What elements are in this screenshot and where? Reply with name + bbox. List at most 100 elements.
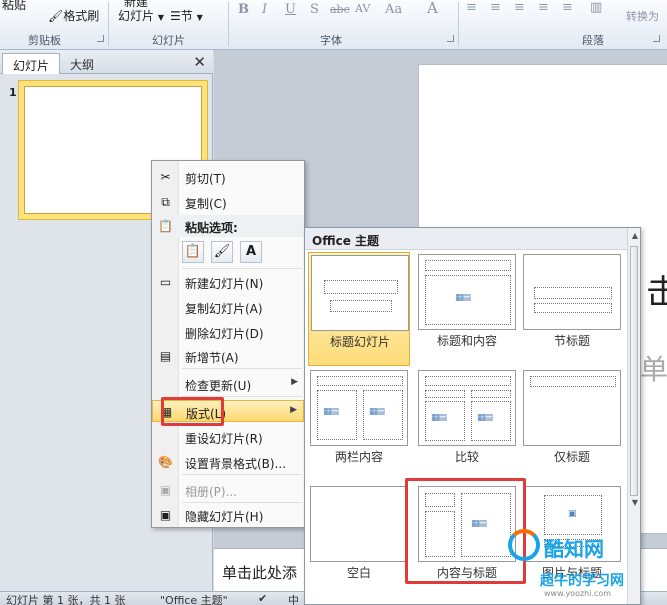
scissors-icon: ✂ [160, 170, 171, 184]
menu-separator [182, 368, 302, 369]
chevron-down-icon: ▼ [157, 13, 164, 22]
italic-button[interactable]: I [262, 2, 267, 17]
menu-item-add-section[interactable]: ▤ 新增节(A) [152, 345, 304, 367]
menu-separator [182, 502, 302, 503]
layout-thumbnail [310, 486, 408, 562]
justify-icon[interactable]: ≡ [538, 0, 549, 15]
watermark: 酷知网 超牛的学习网 www.yoozhi.com [500, 525, 667, 605]
align-left-icon[interactable]: ≡ [466, 0, 477, 15]
hide-slide-icon: ▣ [159, 508, 172, 522]
picture-icon: ▣ [568, 509, 576, 519]
menu-item-hide-slide[interactable]: ▣ 隐藏幻灯片(H) [152, 504, 304, 526]
layout-two-content[interactable]: ▦▤ ▦▤ 两栏内容 [308, 368, 410, 482]
paragraph-launcher-icon[interactable] [653, 35, 660, 42]
menu-item-duplicate-slide[interactable]: 复制幻灯片(A) [152, 296, 304, 318]
new-slide-icon: ▭ [159, 275, 172, 289]
content-icons: ▦▤ [323, 407, 339, 417]
content-icons: ▦▤ [369, 407, 385, 417]
paste-keep-source-icon[interactable]: 📋 [182, 241, 204, 263]
layout-comparison[interactable]: ▦▤ ▦▤ 比较 [416, 368, 518, 482]
font-launcher-icon[interactable] [447, 35, 454, 42]
align-right-icon[interactable]: ≡ [514, 0, 525, 15]
group-label-paragraph: 段落 [582, 34, 604, 47]
layout-title-and-content[interactable]: ▦▤ 标题和内容 [416, 252, 518, 366]
group-label-slides: 幻灯片 [152, 34, 185, 47]
menu-item-format-background[interactable]: 🎨 设置背景格式(B)... [152, 451, 304, 473]
menu-item-paste-options: 📋 粘贴选项: [152, 215, 304, 237]
columns-icon[interactable]: ▥ [590, 0, 602, 15]
status-language[interactable]: 中 [288, 592, 299, 605]
layout-thumbnail [523, 370, 621, 446]
paste-picture-icon[interactable]: 🖌 [211, 241, 233, 263]
menu-item-cut[interactable]: ✂ 剪切(T) [152, 166, 304, 188]
strikethrough-button[interactable]: abc [330, 3, 350, 16]
layout-section-header[interactable]: 节标题 [521, 252, 623, 366]
menu-item-copy[interactable]: ⧉ 复制(C) [152, 191, 304, 213]
notes-placeholder[interactable]: 单击此处添 [222, 562, 297, 583]
align-center-icon[interactable]: ≡ [490, 0, 501, 15]
slide-number: 1 [9, 86, 17, 99]
layout-title-slide[interactable]: 标题幻灯片 [308, 252, 410, 366]
copy-icon: ⧉ [161, 195, 170, 209]
clipboard-launcher-icon[interactable] [97, 35, 104, 42]
pane-tabs: 幻灯片 大纲 ✕ [0, 50, 213, 74]
format-painter-button[interactable]: 🖌格式刷 [48, 7, 99, 24]
status-slide-info: 幻灯片 第 1 张，共 1 张 [6, 594, 126, 605]
watermark-subtitle: 超牛的学习网 [540, 573, 624, 589]
char-spacing-button[interactable]: AV [355, 2, 370, 15]
slides-dropdown[interactable]: 幻灯片 ▼ [118, 7, 164, 24]
watermark-logo-icon [508, 529, 540, 561]
scroll-up-icon[interactable]: ▲ [632, 231, 638, 240]
paste-text-only-icon[interactable]: A [240, 241, 262, 263]
bold-button[interactable]: B [238, 2, 249, 17]
ribbon-separator [458, 2, 459, 46]
section-icon: ☰ [170, 9, 181, 23]
content-icons: ▦▤ [477, 413, 493, 423]
group-label-font: 字体 [320, 34, 342, 47]
scroll-thumb[interactable] [630, 246, 638, 496]
background-icon: 🎨 [158, 455, 173, 469]
layout-thumbnail [523, 254, 621, 330]
layout-thumbnail: ▦▤ ▦▤ [418, 370, 516, 446]
layout-thumbnail: ▦▤ [418, 254, 516, 330]
submenu-arrow-icon: ▶ [290, 405, 297, 415]
watermark-url: www.yoozhi.com [544, 589, 612, 598]
convert-smartart-button[interactable]: 转换为 [626, 8, 659, 24]
tab-slides[interactable]: 幻灯片 [2, 53, 61, 74]
subtitle-placeholder-text[interactable]: 单 [640, 348, 667, 388]
layout-title-only[interactable]: 仅标题 [521, 368, 623, 482]
submenu-arrow-icon: ▶ [291, 377, 298, 387]
menu-separator [182, 268, 302, 269]
photo-album-icon: ▣ [159, 483, 172, 497]
ribbon: 粘贴 🖌格式刷 剪贴板 新建 幻灯片 ▼ ☰节 ▼ 幻灯片 B I U S ab… [0, 0, 667, 50]
ribbon-separator [228, 2, 229, 46]
close-icon[interactable]: ✕ [193, 53, 206, 71]
layout-thumbnail [311, 255, 409, 331]
menu-item-new-slide[interactable]: ▭ 新建幻灯片(N) [152, 271, 304, 293]
underline-button[interactable]: U [285, 2, 296, 17]
font-color-button[interactable]: A [427, 0, 438, 17]
paste-icon: 📋 [158, 219, 173, 233]
distribute-icon[interactable]: ≡ [562, 0, 573, 15]
menu-item-check-updates[interactable]: 检查更新(U) ▶ [152, 373, 304, 395]
section-dropdown[interactable]: ☰节 ▼ [170, 7, 203, 24]
menu-item-reset-slide[interactable]: 重设幻灯片(R) [152, 426, 304, 448]
section-icon: ▤ [159, 349, 172, 363]
layout-thumbnail: ▦▤ ▦▤ [310, 370, 408, 446]
shadow-button[interactable]: S [310, 2, 319, 17]
tab-outline[interactable]: 大纲 [60, 53, 104, 74]
menu-item-delete-slide[interactable]: 删除幻灯片(D) [152, 321, 304, 343]
spellcheck-icon[interactable]: ✔ [258, 592, 267, 605]
watermark-title: 酷知网 [544, 537, 604, 561]
group-label-clipboard: 剪贴板 [28, 34, 61, 47]
layout-blank[interactable]: 空白 [308, 484, 410, 598]
status-theme[interactable]: "Office 主题" [160, 592, 228, 605]
scroll-down-icon[interactable]: ▼ [632, 498, 638, 507]
title-placeholder-text[interactable]: 击 [646, 265, 667, 314]
content-icons: ▦▤ [431, 413, 447, 423]
content-icons: ▦▤ [455, 293, 471, 303]
gallery-header: Office 主题 [305, 228, 628, 250]
paste-button[interactable]: 粘贴 [2, 0, 26, 13]
change-case-button[interactable]: Aa [385, 2, 402, 17]
brush-icon: 🖌 [48, 9, 64, 23]
